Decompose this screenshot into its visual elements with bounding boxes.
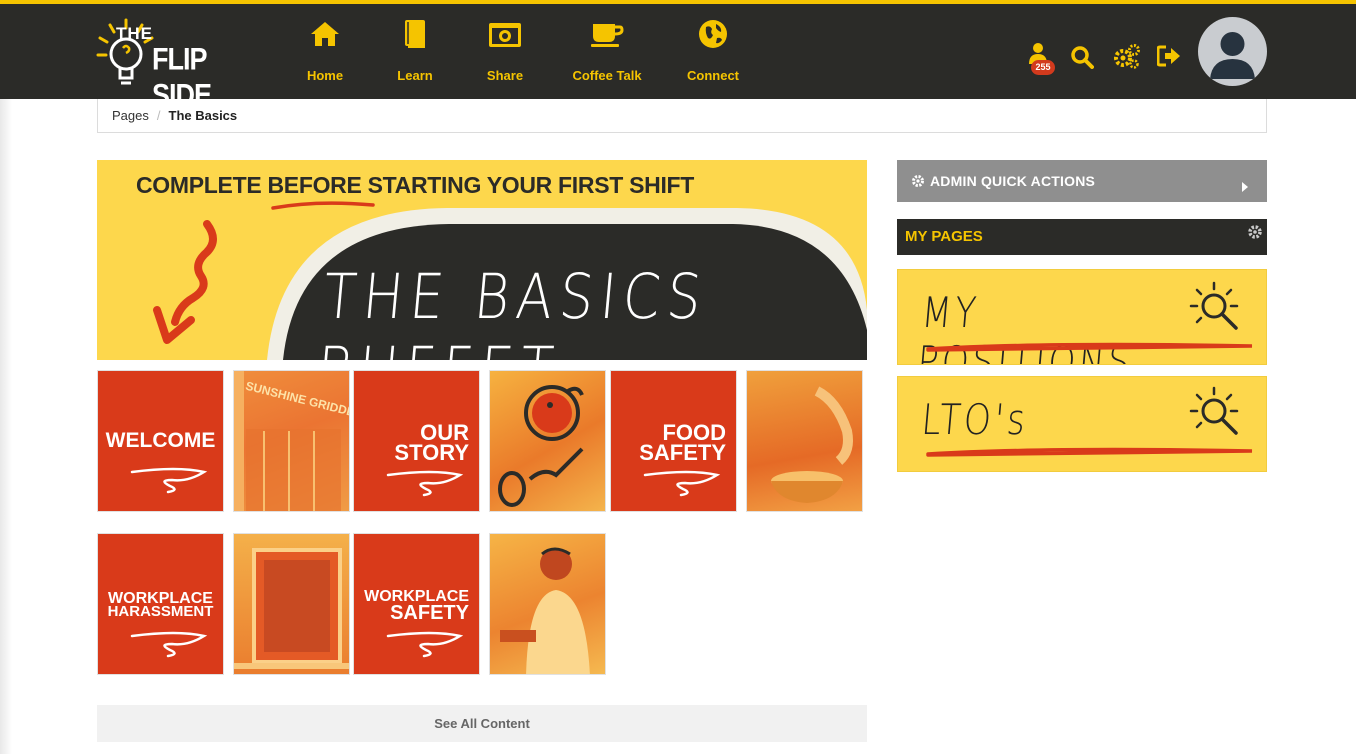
photo-sign-board xyxy=(233,533,350,675)
nav-learn[interactable]: Learn xyxy=(370,18,460,83)
tile-welcome[interactable]: WELCOME xyxy=(97,370,224,512)
photo-chicken-mascot xyxy=(489,370,606,512)
nav-learn-label: Learn xyxy=(397,68,433,83)
photo-kitchen-cooking xyxy=(746,370,863,512)
my-positions-card[interactable]: MY POSITIONS xyxy=(897,269,1267,365)
nav-home[interactable]: Home xyxy=(280,18,370,83)
squiggle-arrow-icon xyxy=(643,470,721,497)
nav-share[interactable]: Share xyxy=(460,18,550,83)
kitchen-pan-image xyxy=(771,386,853,503)
ltos-card[interactable]: LTO's xyxy=(897,376,1267,472)
squiggle-arrow-icon xyxy=(386,631,464,658)
tile-food-safety-line2: SAFETY xyxy=(639,440,726,465)
book-icon xyxy=(405,20,425,48)
search-icon xyxy=(1071,46,1094,69)
tile-workplace-harassment-line2: HARASSMENT xyxy=(107,603,214,620)
chef-image xyxy=(500,547,590,674)
underline-brush-stroke xyxy=(926,342,1253,352)
tile-workplace-safety-line2: SAFETY xyxy=(390,602,469,624)
magnifier-sun-icon xyxy=(1189,281,1239,330)
gear-icon xyxy=(912,175,924,187)
tile-our-story[interactable]: OUR STORY xyxy=(353,370,480,512)
sign-board-image xyxy=(234,548,349,669)
admin-quick-actions-label: ADMIN QUICK ACTIONS xyxy=(930,173,1096,189)
camera-icon xyxy=(489,23,521,47)
tile-workplace-harassment[interactable]: WORKPLACE HARASSMENT xyxy=(97,533,224,675)
see-all-content-button[interactable]: See All Content xyxy=(97,705,867,742)
admin-quick-actions-bar[interactable]: ADMIN QUICK ACTIONS xyxy=(897,160,1267,202)
banner-title: THE BASICS BUFFET xyxy=(314,260,712,360)
globe-icon xyxy=(699,20,727,48)
tile-our-story-line2: STORY xyxy=(394,440,469,465)
nav-home-label: Home xyxy=(306,68,344,83)
top-header: THE FLIP SIDE Home Learn Share Coffee Ta… xyxy=(0,4,1356,112)
tile-welcome-label: WELCOME xyxy=(105,429,216,452)
breadcrumb-current: The Basics xyxy=(168,108,238,123)
underline-brush-stroke xyxy=(926,447,1253,457)
tile-workplace-safety[interactable]: WORKPLACE SAFETY xyxy=(353,533,480,675)
squiggle-arrow-icon xyxy=(386,470,464,497)
breadcrumb-separator: / xyxy=(156,108,161,123)
squiggle-arrow-icon xyxy=(130,467,208,494)
avatar-silhouette-icon xyxy=(1210,32,1255,79)
nav-connect-label: Connect xyxy=(687,68,739,83)
logo-the-text: THE xyxy=(116,24,153,43)
my-pages-header: MY PAGES xyxy=(897,219,1267,255)
page-edge-shadow xyxy=(0,99,12,754)
settings-button[interactable] xyxy=(1113,44,1140,74)
notification-count-badge: 255 xyxy=(1031,60,1055,75)
gear-icon[interactable] xyxy=(1247,224,1263,240)
nav-coffee-talk-label: Coffee Talk xyxy=(572,68,642,83)
my-pages-title: MY PAGES xyxy=(905,228,983,245)
flip-side-logo[interactable]: THE FLIP SIDE xyxy=(96,18,266,112)
caret-right-icon xyxy=(1242,182,1248,192)
user-avatar[interactable] xyxy=(1198,17,1267,86)
magnifier-sun-icon xyxy=(1189,386,1239,435)
nav-share-label: Share xyxy=(486,68,524,83)
nav-connect[interactable]: Connect xyxy=(668,18,758,83)
search-button[interactable] xyxy=(1070,45,1094,74)
banner-subtitle: COMPLETE BEFORE STARTING YOUR FIRST SHIF… xyxy=(136,172,695,198)
chicken-mascot-image xyxy=(498,385,584,507)
sign-out-icon xyxy=(1156,45,1180,67)
basics-buffet-banner: COMPLETE BEFORE STARTING YOUR FIRST SHIF… xyxy=(97,160,867,360)
breadcrumb-pages-link[interactable]: Pages xyxy=(112,108,149,123)
breadcrumb: Pages / The Basics xyxy=(97,99,1267,133)
photo-chef-cooking xyxy=(489,533,606,675)
ltos-label: LTO's xyxy=(919,395,1031,444)
sign-out-button[interactable] xyxy=(1156,45,1181,72)
photo-restaurant-storefront: SUNSHINE GRIDDLE xyxy=(233,370,350,512)
coffee-cup-icon xyxy=(591,24,624,47)
nav-coffee-talk[interactable]: Coffee Talk xyxy=(562,18,652,83)
tile-food-safety[interactable]: FOOD SAFETY xyxy=(610,370,737,512)
home-icon xyxy=(311,22,339,46)
gears-icon xyxy=(1114,44,1140,69)
squiggle-arrow-icon xyxy=(130,631,208,658)
